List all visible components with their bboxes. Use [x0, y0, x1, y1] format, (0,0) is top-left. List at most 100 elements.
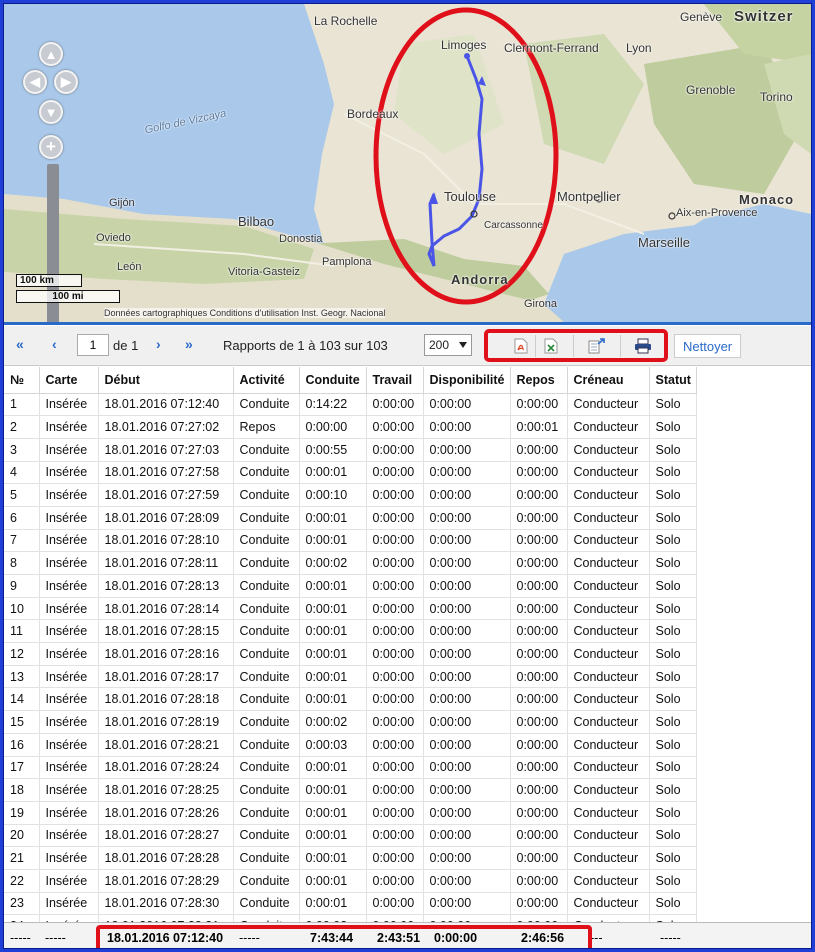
column-header-statut[interactable]: Statut — [649, 367, 697, 394]
export-pdf-button[interactable] — [510, 336, 532, 356]
cell-carte: Insérée — [39, 574, 99, 598]
cell-activite: Conduite — [233, 574, 300, 598]
table-row[interactable]: 18 Insérée 18.01.2016 07:28:25 Conduite 0:00… — [4, 778, 697, 802]
cell-debut: 18.01.2016 07:28:29 — [98, 869, 234, 893]
cell-conduite: 0:00:01 — [299, 506, 367, 530]
cell-debut: 18.01.2016 07:28:16 — [98, 642, 234, 666]
cell-debut: 18.01.2016 07:28:19 — [98, 710, 234, 734]
column-header-debut[interactable]: Début — [98, 367, 234, 394]
cell-activite: Conduite — [233, 619, 300, 644]
print-button[interactable] — [632, 336, 654, 356]
table-row[interactable]: 11 Insérée 18.01.2016 07:28:15 Conduite 0:00… — [4, 619, 697, 644]
cell-travail: 0:00:00 — [366, 642, 424, 666]
cell-activite: Conduite — [233, 438, 300, 462]
chevron-left-icon: ◀ — [30, 74, 40, 89]
table-row[interactable]: 15 Insérée 18.01.2016 07:28:19 Conduite 0:00… — [4, 710, 697, 734]
map-label-donostia: Donostia — [279, 233, 323, 245]
cell-disponibilite: 0:00:00 — [423, 801, 511, 825]
cell-disponibilite: 0:00:00 — [423, 846, 511, 870]
pan-up-button[interactable]: ▲ — [39, 42, 63, 66]
table-row[interactable]: 2 Insérée 18.01.2016 07:27:02 Repos 0:00:00 0… — [4, 415, 697, 439]
cell-travail: 0:00:00 — [366, 506, 424, 530]
cell-travail: 0:00:00 — [366, 438, 424, 462]
table-row[interactable]: 3 Insérée 18.01.2016 07:27:03 Conduite 0:00:… — [4, 438, 697, 462]
map-attribution[interactable]: Données cartographiques Conditions d'uti… — [104, 308, 386, 318]
zoom-in-button[interactable]: + — [39, 135, 63, 159]
cell-repos: 0:00:00 — [510, 506, 568, 530]
page-of-label: de 1 — [113, 338, 139, 353]
column-header-repos[interactable]: Repos — [510, 367, 568, 394]
pan-left-button[interactable]: ◀ — [23, 70, 47, 94]
table-row[interactable]: 9 Insérée 18.01.2016 07:28:13 Conduite 0:00:… — [4, 574, 697, 598]
column-header-activite[interactable]: Activité — [233, 367, 300, 394]
map-label-pamplona: Pamplona — [322, 256, 372, 268]
cell-carte: Insérée — [39, 801, 99, 825]
map-label-monaco: Monaco — [739, 192, 795, 207]
cell-no: 15 — [4, 710, 40, 734]
page-size-select[interactable]: 200 — [424, 334, 472, 356]
export-excel-button[interactable] — [540, 336, 562, 356]
cell-debut: 18.01.2016 07:28:28 — [98, 846, 234, 870]
cell-activite: Conduite — [233, 687, 300, 712]
map-splitter[interactable] — [4, 322, 811, 325]
cell-debut: 18.01.2016 07:28:13 — [98, 574, 234, 598]
cell-conduite: 0:00:02 — [299, 914, 367, 922]
scale-mi: 100 mi — [16, 290, 120, 303]
column-header-carte[interactable]: Carte — [39, 367, 99, 394]
table-row[interactable]: 14 Insérée 18.01.2016 07:28:18 Conduite 0:00… — [4, 687, 697, 712]
table-row[interactable]: 19 Insérée 18.01.2016 07:28:26 Conduite 0:00… — [4, 801, 697, 825]
cell-statut: Solo — [649, 824, 697, 848]
cell-repos: 0:00:00 — [510, 778, 568, 802]
clear-button[interactable]: Nettoyer — [674, 334, 742, 358]
cell-disponibilite: 0:00:00 — [423, 869, 511, 893]
table-row[interactable]: 24Insérée18.01.2016 07:28:31Conduite0:00… — [4, 914, 697, 922]
cell-repos: 0:00:00 — [510, 529, 568, 553]
table-row[interactable]: 13 Insérée 18.01.2016 07:28:17 Conduite 0:00… — [4, 665, 697, 689]
table-row[interactable]: 1 Insérée 18.01.2016 07:12:40 Conduite 0:14:… — [4, 393, 697, 417]
last-page-button[interactable]: » — [185, 336, 193, 352]
pan-right-button[interactable]: ▶ — [54, 70, 78, 94]
prev-page-button[interactable]: ‹ — [52, 336, 57, 352]
table-row[interactable]: 16 Insérée 18.01.2016 07:28:21 Conduite 0:00… — [4, 733, 697, 757]
cell-creneau: Conducteur — [567, 756, 650, 780]
export-file-button[interactable] — [586, 336, 608, 356]
column-header-creneau[interactable]: Créneau — [567, 367, 650, 394]
cell-no: 11 — [4, 619, 40, 644]
pan-down-button[interactable]: ▼ — [39, 100, 63, 124]
column-header-travail[interactable]: Travail — [366, 367, 424, 394]
cell-travail: 0:00:00 — [366, 529, 424, 553]
table-row[interactable]: 5 Insérée 18.01.2016 07:27:59 Conduite 0:00:… — [4, 483, 697, 507]
map-label-geneve: Genève — [680, 10, 723, 24]
table-row[interactable]: 7 Insérée 18.01.2016 07:28:10 Conduite 0:00:… — [4, 529, 697, 553]
column-header-disponibilite[interactable]: Disponibilité — [423, 367, 511, 394]
table-row[interactable]: 10 Insérée 18.01.2016 07:28:14 Conduite 0:00… — [4, 597, 697, 621]
table-row[interactable]: 12 Insérée 18.01.2016 07:28:16 Conduite 0:00… — [4, 642, 697, 666]
cell-carte: Insérée — [39, 778, 99, 802]
cell-activite: Conduite — [233, 846, 300, 870]
cell-repos: 0:00:00 — [510, 665, 568, 689]
cell-no: 12 — [4, 642, 40, 666]
table-row[interactable]: 4 Insérée 18.01.2016 07:27:58 Conduite 0:00:… — [4, 461, 697, 485]
map-view[interactable]: La Rochelle Limoges Clermont-Ferrand Lyo… — [4, 4, 811, 322]
table-row[interactable]: 6 Insérée 18.01.2016 07:28:09 Conduite 0:00:… — [4, 506, 697, 530]
table-row[interactable]: 23 Insérée 18.01.2016 07:28:30 Conduite 0:00… — [4, 892, 697, 916]
column-header-conduite[interactable]: Conduite — [299, 367, 367, 394]
cell-creneau: Conducteur — [567, 801, 650, 825]
cell-disponibilite: 0:00:00 — [423, 461, 511, 485]
cell-no: 18 — [4, 778, 40, 802]
table-row[interactable]: 8 Insérée 18.01.2016 07:28:11 Conduite 0:00:… — [4, 551, 697, 575]
table-row[interactable]: 20 Insérée 18.01.2016 07:28:27 Conduite 0:00… — [4, 824, 697, 848]
column-header-no[interactable]: № — [4, 367, 40, 394]
cell-no: 23 — [4, 892, 40, 916]
cell-disponibilite: 0:00:00 — [423, 506, 511, 530]
next-page-button[interactable]: › — [156, 336, 161, 352]
table-row[interactable]: 22 Insérée 18.01.2016 07:28:29 Conduite 0:00… — [4, 869, 697, 893]
chevron-down-icon: ▼ — [44, 104, 58, 120]
cell-statut: Solo — [649, 846, 697, 870]
first-page-button[interactable]: « — [16, 336, 24, 352]
page-number-input[interactable] — [77, 334, 109, 356]
map-label-grenoble: Grenoble — [686, 83, 736, 97]
totals-highlight — [96, 925, 592, 948]
table-row[interactable]: 17 Insérée 18.01.2016 07:28:24 Conduite 0:00… — [4, 756, 697, 780]
table-row[interactable]: 21 Insérée 18.01.2016 07:28:28 Conduite 0:00… — [4, 846, 697, 870]
